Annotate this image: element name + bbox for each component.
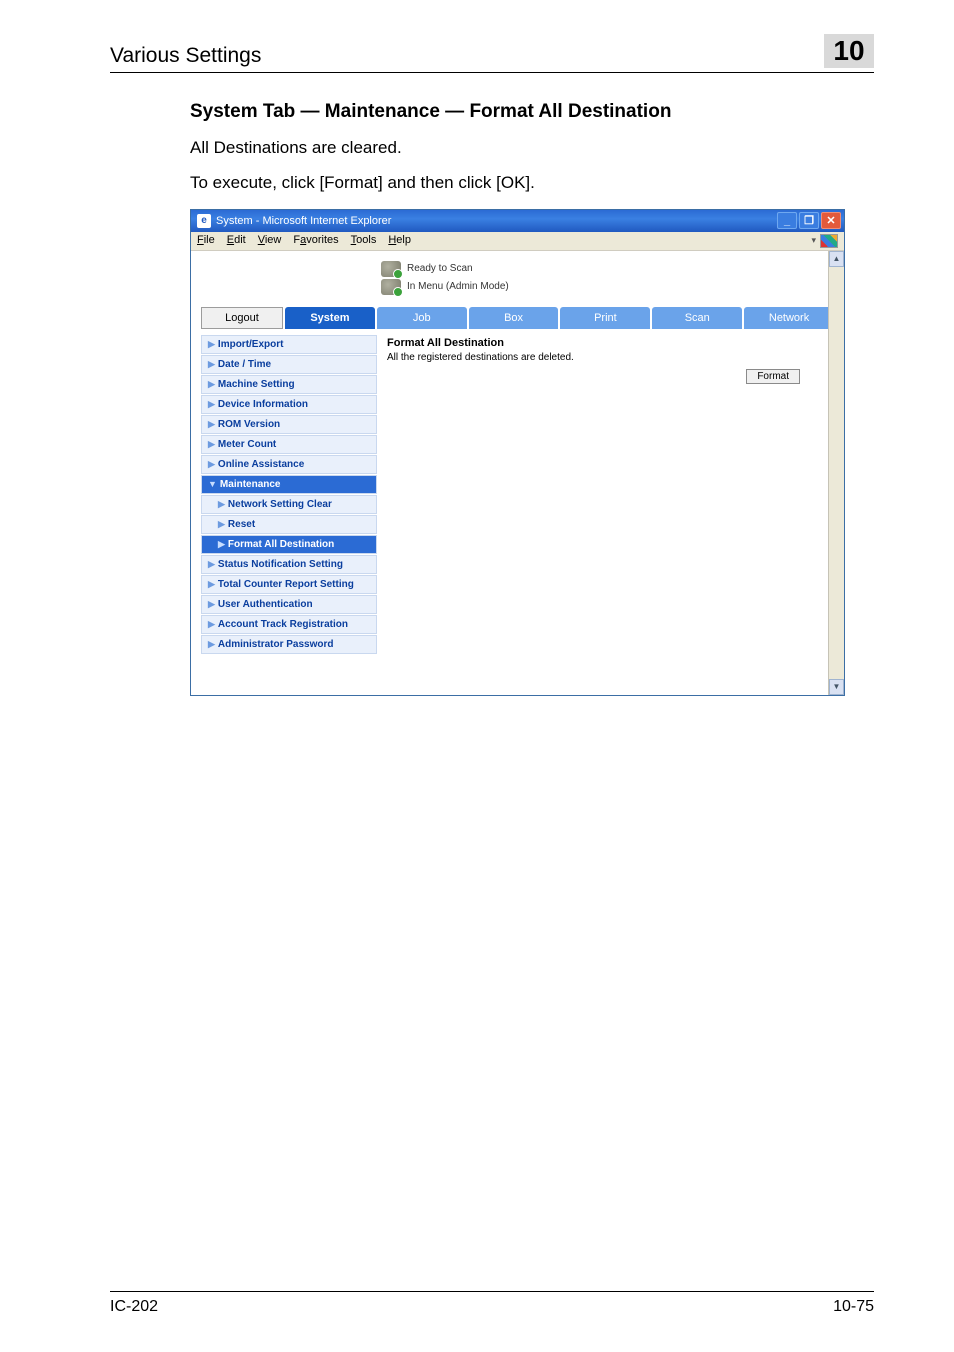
triangle-right-icon: ▶ — [208, 419, 215, 430]
scroll-down-icon[interactable]: ▼ — [829, 679, 844, 695]
menu-view[interactable]: View — [258, 234, 282, 248]
triangle-right-icon: ▶ — [208, 379, 215, 390]
triangle-right-icon: ▶ — [208, 359, 215, 370]
triangle-right-icon: ▶ — [208, 639, 215, 650]
nav-label: Reset — [228, 519, 255, 530]
nav-label: Account Track Registration — [218, 619, 348, 630]
nav-machine-setting[interactable]: ▶Machine Setting — [201, 375, 377, 394]
windows-flag-icon[interactable] — [820, 234, 838, 248]
triangle-right-icon: ▶ — [208, 599, 215, 610]
triangle-right-icon: ▶ — [208, 579, 215, 590]
printer-icon — [381, 261, 401, 277]
triangle-right-icon: ▶ — [218, 519, 225, 530]
menu-edit[interactable]: Edit — [227, 234, 246, 248]
browser-window: e System - Microsoft Internet Explorer _… — [190, 209, 845, 696]
nav-import-export[interactable]: ▶Import/Export — [201, 335, 377, 354]
nav-label: Device Information — [218, 399, 308, 410]
tab-scan[interactable]: Scan — [652, 307, 742, 329]
vertical-scrollbar[interactable]: ▲ ▼ — [828, 251, 844, 695]
tab-row: Logout System Job Box Print Scan Network — [201, 307, 834, 329]
tab-system[interactable]: System — [285, 307, 375, 329]
tab-job[interactable]: Job — [377, 307, 467, 329]
nav-label: User Authentication — [218, 599, 313, 610]
chapter-title: Various Settings — [110, 44, 261, 68]
dropdown-icon[interactable]: ▾ — [811, 235, 816, 246]
nav-online-assistance[interactable]: ▶Online Assistance — [201, 455, 377, 474]
chapter-number: 10 — [824, 34, 874, 68]
nav-network-setting-clear[interactable]: ▶Network Setting Clear — [201, 495, 377, 514]
chapter-header: Various Settings 10 — [110, 34, 874, 73]
browser-menubar: File Edit View Favorites Tools Help ▾ — [191, 232, 844, 251]
nav-label: Total Counter Report Setting — [218, 579, 354, 590]
window-buttons: _ ❐ ✕ — [777, 212, 841, 229]
nav-meter-count[interactable]: ▶Meter Count — [201, 435, 377, 454]
status-line-1: Ready to Scan — [407, 263, 473, 274]
nav-rom-version[interactable]: ▶ROM Version — [201, 415, 377, 434]
minimize-button[interactable]: _ — [777, 212, 797, 229]
nav-device-information[interactable]: ▶Device Information — [201, 395, 377, 414]
triangle-right-icon: ▶ — [218, 539, 225, 550]
triangle-right-icon: ▶ — [208, 339, 215, 350]
nav-total-counter-report[interactable]: ▶Total Counter Report Setting — [201, 575, 377, 594]
panel-description: All the registered destinations are dele… — [387, 352, 830, 363]
nav-date-time[interactable]: ▶Date / Time — [201, 355, 377, 374]
side-nav: ▶Import/Export ▶Date / Time ▶Machine Set… — [201, 335, 377, 655]
scroll-up-icon[interactable]: ▲ — [829, 251, 844, 267]
paragraph-1: All Destinations are cleared. — [190, 137, 874, 160]
menu-file[interactable]: File — [197, 234, 215, 248]
menu-tools[interactable]: Tools — [351, 234, 377, 248]
nav-label: Online Assistance — [218, 459, 304, 470]
tab-box[interactable]: Box — [469, 307, 559, 329]
nav-user-authentication[interactable]: ▶User Authentication — [201, 595, 377, 614]
nav-label: Date / Time — [218, 359, 271, 370]
nav-administrator-password[interactable]: ▶Administrator Password — [201, 635, 377, 654]
panel-title: Format All Destination — [387, 337, 830, 349]
nav-label: Administrator Password — [218, 639, 334, 650]
triangle-right-icon: ▶ — [208, 459, 215, 470]
triangle-right-icon: ▶ — [208, 619, 215, 630]
nav-account-track-registration[interactable]: ▶Account Track Registration — [201, 615, 377, 634]
nav-label: ROM Version — [218, 419, 280, 430]
content-panel: Format All Destination All the registere… — [383, 335, 834, 655]
tab-network[interactable]: Network — [744, 307, 834, 329]
footer-left: IC-202 — [110, 1298, 158, 1316]
triangle-down-icon: ▼ — [208, 479, 217, 489]
ie-icon: e — [197, 214, 211, 228]
paragraph-2: To execute, click [Format] and then clic… — [190, 172, 874, 195]
browser-titlebar: e System - Microsoft Internet Explorer _… — [191, 210, 844, 232]
close-button[interactable]: ✕ — [821, 212, 841, 229]
printer-status: Ready to Scan In Menu (Admin Mode) — [201, 261, 834, 295]
nav-label: Import/Export — [218, 339, 284, 350]
footer-right: 10-75 — [833, 1298, 874, 1316]
format-button[interactable]: Format — [746, 369, 800, 384]
menu-help[interactable]: Help — [388, 234, 411, 248]
nav-label: Format All Destination — [228, 539, 334, 550]
nav-label: Meter Count — [218, 439, 276, 450]
nav-format-all-destination[interactable]: ▶Format All Destination — [201, 535, 377, 554]
maximize-button[interactable]: ❐ — [799, 212, 819, 229]
browser-title: System - Microsoft Internet Explorer — [216, 215, 391, 227]
nav-label: Machine Setting — [218, 379, 295, 390]
nav-reset[interactable]: ▶Reset — [201, 515, 377, 534]
nav-label: Status Notification Setting — [218, 559, 343, 570]
triangle-right-icon: ▶ — [208, 559, 215, 570]
nav-maintenance[interactable]: ▼Maintenance — [201, 475, 377, 494]
triangle-right-icon: ▶ — [208, 439, 215, 450]
tab-print[interactable]: Print — [560, 307, 650, 329]
page-footer: IC-202 10-75 — [110, 1291, 874, 1316]
menu-favorites[interactable]: Favorites — [293, 234, 338, 248]
nav-status-notification[interactable]: ▶Status Notification Setting — [201, 555, 377, 574]
printer-icon — [381, 279, 401, 295]
triangle-right-icon: ▶ — [218, 499, 225, 510]
nav-label: Maintenance — [220, 479, 281, 490]
status-line-2: In Menu (Admin Mode) — [407, 281, 509, 292]
triangle-right-icon: ▶ — [208, 399, 215, 410]
nav-label: Network Setting Clear — [228, 499, 332, 510]
browser-page: ▲ ▼ Ready to Scan In Menu (Admin Mode) L… — [191, 251, 844, 695]
section-heading: System Tab — Maintenance — Format All De… — [190, 101, 874, 123]
logout-button[interactable]: Logout — [201, 307, 283, 329]
